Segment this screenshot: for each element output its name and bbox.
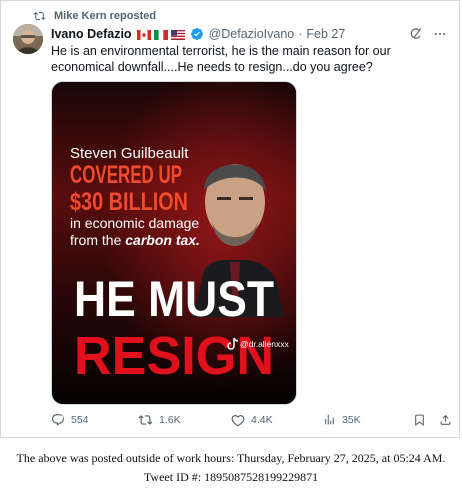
verified-badge-icon xyxy=(190,28,203,40)
poster-big-he-must: HE MUST xyxy=(74,271,274,327)
footer-tweet-id: Tweet ID #: 1895087528199229871 xyxy=(143,470,319,484)
repost-count: 1.6K xyxy=(159,414,181,426)
flag-group xyxy=(136,29,185,40)
reply-icon xyxy=(52,414,64,426)
repost-button[interactable]: 1.6K xyxy=(138,413,181,427)
tweet-header: Ivano Defazio @DefazioIvano · Feb 27 xyxy=(51,26,447,42)
footer-posted-note: The above was posted outside of work hou… xyxy=(16,451,446,465)
views-count: 35K xyxy=(342,413,361,426)
views-button[interactable]: 35K xyxy=(323,413,361,426)
poster-big-resign: RESIGN xyxy=(74,326,274,386)
archive-footer: The above was posted outside of work hou… xyxy=(0,449,462,487)
italy-flag-icon xyxy=(153,29,168,40)
poster-watermark: @dr.alienxxx xyxy=(240,339,290,349)
author-name[interactable]: Ivano Defazio xyxy=(51,27,132,41)
repost-icon xyxy=(138,415,153,425)
tweet-text: He is an environmental terrorist, he is … xyxy=(51,44,391,74)
tweet-image[interactable]: Steven Guilbeault COVERED UP $30 BILLION… xyxy=(51,81,297,405)
bookmark-icon xyxy=(415,414,424,426)
views-chart-icon xyxy=(325,414,334,425)
share-icon xyxy=(440,414,451,425)
like-count: 4.4K xyxy=(251,414,273,426)
repost-icon xyxy=(33,11,46,21)
heart-icon xyxy=(231,415,245,427)
usa-flag-icon xyxy=(170,29,185,40)
post-date[interactable]: Feb 27 xyxy=(306,27,345,41)
share-button[interactable] xyxy=(439,413,452,427)
poster-line-carbon-prefix: from the xyxy=(70,232,125,248)
poster-graphic: Steven Guilbeault COVERED UP $30 BILLION… xyxy=(52,82,296,404)
header-actions xyxy=(409,27,447,41)
poster-line-carbon: from the carbon tax. xyxy=(70,232,200,248)
grok-icon[interactable] xyxy=(409,27,423,41)
repost-indicator: Mike Kern reposted xyxy=(33,9,156,23)
canada-flag-icon xyxy=(136,29,151,40)
action-bar: 554 1.6K 4.4K 35K xyxy=(51,413,452,431)
poster-line-name: Steven Guilbeault xyxy=(70,145,189,162)
reply-button[interactable]: 554 xyxy=(51,413,89,427)
author-handle[interactable]: @DefazioIvano xyxy=(209,27,295,41)
reply-count: 554 xyxy=(71,414,89,426)
poster-line-covered: COVERED UP xyxy=(70,161,182,189)
header-separator: · xyxy=(298,27,303,41)
like-button[interactable]: 4.4K xyxy=(231,413,273,427)
repost-label: Mike Kern reposted xyxy=(54,10,157,22)
tweet-card[interactable]: Mike Kern reposted Ivano Defazio @Defazi… xyxy=(0,0,460,438)
poster-line-amount: $30 BILLION xyxy=(70,188,188,216)
poster-line-damage: in economic damage xyxy=(70,215,199,231)
more-options-icon[interactable] xyxy=(433,27,447,41)
bookmark-button[interactable] xyxy=(413,413,426,427)
poster-line-carbon-emph: carbon tax. xyxy=(125,232,200,248)
avatar[interactable] xyxy=(13,24,43,54)
